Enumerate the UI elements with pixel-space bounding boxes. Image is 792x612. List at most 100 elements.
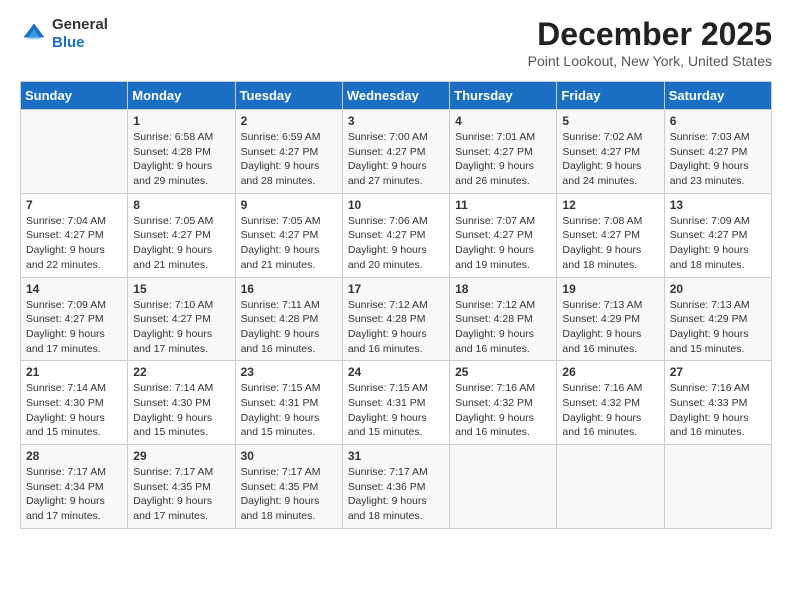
calendar-cell: 7 Sunrise: 7:04 AM Sunset: 4:27 PM Daylig… <box>21 193 128 277</box>
day-number: 12 <box>562 198 658 212</box>
main-title: December 2025 <box>528 16 772 53</box>
day-number: 21 <box>26 365 122 379</box>
calendar-cell: 24 Sunrise: 7:15 AM Sunset: 4:31 PM Dayli… <box>342 361 449 445</box>
calendar-cell: 14Sunrise: 7:09 AM Sunset: 4:27 PM Dayli… <box>21 277 128 361</box>
calendar-cell: 27 Sunrise: 7:16 AM Sunset: 4:33 PM Dayli… <box>664 361 771 445</box>
day-info: Sunrise: 7:15 AM Sunset: 4:31 PM Dayligh… <box>348 381 444 440</box>
day-info: Sunrise: 6:58 AM Sunset: 4:28 PM Dayligh… <box>133 130 229 189</box>
calendar-cell <box>450 445 557 529</box>
day-info: Sunrise: 7:09 AM Sunset: 4:27 PM Dayligh… <box>670 214 766 273</box>
calendar-cell: 13 Sunrise: 7:09 AM Sunset: 4:27 PM Dayli… <box>664 193 771 277</box>
day-number: 30 <box>241 449 337 463</box>
day-info: Sunrise: 7:16 AM Sunset: 4:32 PM Dayligh… <box>562 381 658 440</box>
day-number: 13 <box>670 198 766 212</box>
day-info: Sunrise: 7:13 AM Sunset: 4:29 PM Dayligh… <box>562 298 658 357</box>
day-info: Sunrise: 7:00 AM Sunset: 4:27 PM Dayligh… <box>348 130 444 189</box>
calendar-cell <box>557 445 664 529</box>
day-number: 18 <box>455 282 551 296</box>
calendar-cell: 29Sunrise: 7:17 AM Sunset: 4:35 PM Dayli… <box>128 445 235 529</box>
day-number: 7 <box>26 198 122 212</box>
day-info: Sunrise: 7:02 AM Sunset: 4:27 PM Dayligh… <box>562 130 658 189</box>
calendar-cell: 9 Sunrise: 7:05 AM Sunset: 4:27 PM Daylig… <box>235 193 342 277</box>
calendar-cell: 18 Sunrise: 7:12 AM Sunset: 4:28 PM Dayli… <box>450 277 557 361</box>
title-block: December 2025 Point Lookout, New York, U… <box>528 16 772 69</box>
calendar-cell: 12 Sunrise: 7:08 AM Sunset: 4:27 PM Dayli… <box>557 193 664 277</box>
calendar-cell: 16 Sunrise: 7:11 AM Sunset: 4:28 PM Dayli… <box>235 277 342 361</box>
calendar-cell: 17Sunrise: 7:12 AM Sunset: 4:28 PM Dayli… <box>342 277 449 361</box>
calendar-header-row: SundayMondayTuesdayWednesdayThursdayFrid… <box>21 82 772 110</box>
day-info: Sunrise: 7:15 AM Sunset: 4:31 PM Dayligh… <box>241 381 337 440</box>
day-number: 1 <box>133 114 229 128</box>
day-number: 11 <box>455 198 551 212</box>
day-number: 8 <box>133 198 229 212</box>
day-info: Sunrise: 7:11 AM Sunset: 4:28 PM Dayligh… <box>241 298 337 357</box>
day-info: Sunrise: 7:06 AM Sunset: 4:27 PM Dayligh… <box>348 214 444 273</box>
day-number: 15 <box>133 282 229 296</box>
day-number: 28 <box>26 449 122 463</box>
day-number: 9 <box>241 198 337 212</box>
calendar-cell <box>21 110 128 194</box>
day-info: Sunrise: 7:16 AM Sunset: 4:32 PM Dayligh… <box>455 381 551 440</box>
day-info: Sunrise: 7:17 AM Sunset: 4:35 PM Dayligh… <box>133 465 229 524</box>
calendar-table: SundayMondayTuesdayWednesdayThursdayFrid… <box>20 81 772 529</box>
day-info: Sunrise: 6:59 AM Sunset: 4:27 PM Dayligh… <box>241 130 337 189</box>
calendar-cell: 3 Sunrise: 7:00 AM Sunset: 4:27 PM Daylig… <box>342 110 449 194</box>
day-number: 6 <box>670 114 766 128</box>
day-header-wednesday: Wednesday <box>342 82 449 110</box>
day-info: Sunrise: 7:05 AM Sunset: 4:27 PM Dayligh… <box>241 214 337 273</box>
calendar-cell: 6Sunrise: 7:03 AM Sunset: 4:27 PM Daylig… <box>664 110 771 194</box>
day-info: Sunrise: 7:14 AM Sunset: 4:30 PM Dayligh… <box>26 381 122 440</box>
day-info: Sunrise: 7:13 AM Sunset: 4:29 PM Dayligh… <box>670 298 766 357</box>
day-info: Sunrise: 7:10 AM Sunset: 4:27 PM Dayligh… <box>133 298 229 357</box>
day-info: Sunrise: 7:12 AM Sunset: 4:28 PM Dayligh… <box>455 298 551 357</box>
calendar-cell: 30 Sunrise: 7:17 AM Sunset: 4:35 PM Dayli… <box>235 445 342 529</box>
day-info: Sunrise: 7:17 AM Sunset: 4:35 PM Dayligh… <box>241 465 337 524</box>
calendar-week-row: 7 Sunrise: 7:04 AM Sunset: 4:27 PM Daylig… <box>21 193 772 277</box>
logo: General Blue <box>20 16 108 52</box>
day-number: 31 <box>348 449 444 463</box>
day-header-monday: Monday <box>128 82 235 110</box>
day-number: 24 <box>348 365 444 379</box>
day-info: Sunrise: 7:14 AM Sunset: 4:30 PM Dayligh… <box>133 381 229 440</box>
day-info: Sunrise: 7:16 AM Sunset: 4:33 PM Dayligh… <box>670 381 766 440</box>
calendar-cell: 28Sunrise: 7:17 AM Sunset: 4:34 PM Dayli… <box>21 445 128 529</box>
calendar-cell: 4 Sunrise: 7:01 AM Sunset: 4:27 PM Daylig… <box>450 110 557 194</box>
calendar-cell: 22 Sunrise: 7:14 AM Sunset: 4:30 PM Dayli… <box>128 361 235 445</box>
day-number: 22 <box>133 365 229 379</box>
day-number: 5 <box>562 114 658 128</box>
calendar-week-row: 1 Sunrise: 6:58 AM Sunset: 4:28 PM Daylig… <box>21 110 772 194</box>
day-header-saturday: Saturday <box>664 82 771 110</box>
day-number: 25 <box>455 365 551 379</box>
day-info: Sunrise: 7:09 AM Sunset: 4:27 PM Dayligh… <box>26 298 122 357</box>
calendar-cell: 8 Sunrise: 7:05 AM Sunset: 4:27 PM Daylig… <box>128 193 235 277</box>
calendar-cell <box>664 445 771 529</box>
day-info: Sunrise: 7:01 AM Sunset: 4:27 PM Dayligh… <box>455 130 551 189</box>
day-number: 23 <box>241 365 337 379</box>
day-info: Sunrise: 7:08 AM Sunset: 4:27 PM Dayligh… <box>562 214 658 273</box>
calendar-cell: 19 Sunrise: 7:13 AM Sunset: 4:29 PM Dayli… <box>557 277 664 361</box>
day-number: 3 <box>348 114 444 128</box>
calendar-cell: 31 Sunrise: 7:17 AM Sunset: 4:36 PM Dayli… <box>342 445 449 529</box>
day-info: Sunrise: 7:07 AM Sunset: 4:27 PM Dayligh… <box>455 214 551 273</box>
day-header-tuesday: Tuesday <box>235 82 342 110</box>
calendar-cell: 11 Sunrise: 7:07 AM Sunset: 4:27 PM Dayli… <box>450 193 557 277</box>
day-header-thursday: Thursday <box>450 82 557 110</box>
day-number: 20 <box>670 282 766 296</box>
day-info: Sunrise: 7:12 AM Sunset: 4:28 PM Dayligh… <box>348 298 444 357</box>
day-number: 26 <box>562 365 658 379</box>
calendar-cell: 25 Sunrise: 7:16 AM Sunset: 4:32 PM Dayli… <box>450 361 557 445</box>
calendar-cell: 2Sunrise: 6:59 AM Sunset: 4:27 PM Daylig… <box>235 110 342 194</box>
page-header: General Blue December 2025 Point Lookout… <box>20 16 772 69</box>
day-number: 19 <box>562 282 658 296</box>
logo-text: General Blue <box>52 16 108 52</box>
day-info: Sunrise: 7:04 AM Sunset: 4:27 PM Dayligh… <box>26 214 122 273</box>
day-header-sunday: Sunday <box>21 82 128 110</box>
day-number: 27 <box>670 365 766 379</box>
logo-icon <box>20 20 48 48</box>
day-number: 4 <box>455 114 551 128</box>
day-info: Sunrise: 7:17 AM Sunset: 4:36 PM Dayligh… <box>348 465 444 524</box>
day-number: 16 <box>241 282 337 296</box>
day-number: 10 <box>348 198 444 212</box>
calendar-cell: 26 Sunrise: 7:16 AM Sunset: 4:32 PM Dayli… <box>557 361 664 445</box>
day-info: Sunrise: 7:05 AM Sunset: 4:27 PM Dayligh… <box>133 214 229 273</box>
